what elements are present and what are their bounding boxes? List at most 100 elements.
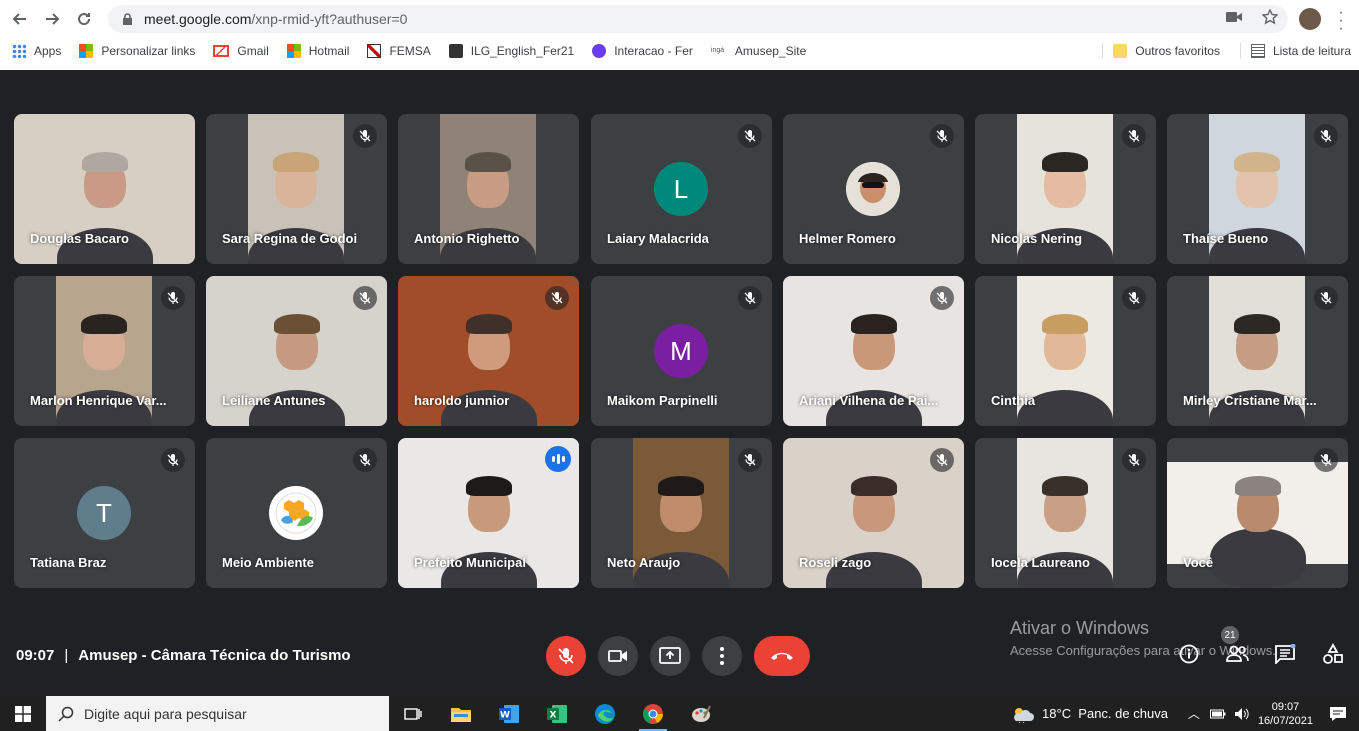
participant-tile[interactable]: Roseli zago xyxy=(783,438,964,588)
meeting-title[interactable]: Amusep - Câmara Técnica do Turismo xyxy=(78,647,350,664)
chrome-app[interactable] xyxy=(629,696,677,731)
profile-avatar[interactable] xyxy=(1299,8,1321,30)
browser-menu-icon[interactable]: · · · xyxy=(1336,5,1346,37)
participant-tile[interactable]: Você xyxy=(1167,438,1348,588)
muted-indicator xyxy=(930,286,954,310)
participant-tile[interactable]: Helmer Romero xyxy=(783,114,964,264)
taskbar-clock[interactable]: 09:07 16/07/2021 xyxy=(1258,700,1313,728)
participant-name: Neto Araujo xyxy=(607,555,681,570)
participant-name: Roseli zago xyxy=(799,555,872,570)
avatar-initial: M xyxy=(670,335,692,366)
bookmark-gmail[interactable]: Gmail xyxy=(213,44,269,58)
participant-tile[interactable]: T Tatiana Braz xyxy=(14,438,195,588)
hang-up-phone-icon xyxy=(771,652,793,660)
bookmark-star-icon[interactable] xyxy=(1262,9,1278,25)
address-bar[interactable]: meet.google.com/xnp-rmid-yft?authuser=0 xyxy=(108,5,1288,33)
camera-toggle-button[interactable] xyxy=(598,636,638,676)
bookmark-label: Apps xyxy=(34,44,62,58)
participant-shoulders xyxy=(1209,528,1306,588)
participant-hair xyxy=(273,152,319,172)
participant-tile[interactable]: Ariani Vilhena de Pai... xyxy=(783,276,964,426)
participant-name: Laiary Malacrida xyxy=(607,231,709,246)
meeting-details-button[interactable] xyxy=(1177,642,1201,666)
task-view-button[interactable] xyxy=(389,696,437,731)
bookmark-interacao[interactable]: Interacao - Fer xyxy=(592,44,693,58)
meeting-details: 09:07 | Amusep - Câmara Técnica do Turismo xyxy=(16,647,351,664)
taskbar-search-box[interactable]: Digite aqui para pesquisar xyxy=(46,696,389,731)
id-card-icon xyxy=(448,44,463,58)
activities-button[interactable] xyxy=(1321,642,1345,666)
leave-call-button[interactable] xyxy=(754,636,810,676)
edge-app[interactable] xyxy=(581,696,629,731)
notifications-icon[interactable] xyxy=(1329,706,1347,722)
participant-name: Marlon Henrique Var... xyxy=(30,393,167,408)
participant-hair xyxy=(1234,314,1280,334)
weather-text[interactable]: 18°C Panc. de chuva xyxy=(1042,706,1168,721)
participant-tile[interactable]: Leiliane Antunes xyxy=(206,276,387,426)
other-favorites-folder[interactable]: Outros favoritos xyxy=(1113,44,1220,58)
bookmark-label: Hotmail xyxy=(308,44,350,58)
participant-tile[interactable]: Cinthia xyxy=(975,276,1156,426)
present-screen-button[interactable] xyxy=(650,636,690,676)
microphone-toggle-button[interactable] xyxy=(546,636,586,676)
participant-hair xyxy=(658,476,704,496)
more-vertical-icon xyxy=(720,647,724,665)
volume-icon[interactable] xyxy=(1234,707,1250,721)
bookmark-amusep-site[interactable]: ingá Amusep_Site xyxy=(711,44,806,58)
reading-list-icon xyxy=(1250,44,1265,58)
muted-indicator xyxy=(161,448,185,472)
participant-tile[interactable]: Marlon Henrique Var... xyxy=(14,276,195,426)
camera-blocked-icon[interactable] xyxy=(1226,11,1242,23)
bookmark-femsa[interactable]: FEMSA xyxy=(367,44,431,58)
participant-tile[interactable]: Iocela Laureano xyxy=(975,438,1156,588)
file-explorer-app[interactable] xyxy=(437,696,485,731)
reload-button[interactable] xyxy=(68,3,100,35)
bookmark-ilg-english[interactable]: ILG_English_Fer21 xyxy=(448,44,574,58)
paint-app[interactable] xyxy=(677,696,725,731)
chrome-icon xyxy=(643,703,663,724)
more-options-button[interactable] xyxy=(702,636,742,676)
participant-tile[interactable]: Neto Araujo xyxy=(591,438,772,588)
participant-tile[interactable]: Mirley Cristiane Mar... xyxy=(1167,276,1348,426)
participant-initial-avatar: M xyxy=(654,324,708,378)
microphone-off-icon xyxy=(936,454,948,466)
bookmark-label: Amusep_Site xyxy=(734,44,807,58)
reading-list-button[interactable]: Lista de leitura xyxy=(1250,44,1351,58)
participants-button[interactable]: 21 xyxy=(1221,626,1249,666)
participant-tile[interactable]: haroldo junnior xyxy=(398,276,579,426)
bookmark-hotmail[interactable]: Hotmail xyxy=(286,44,350,58)
participant-tile[interactable]: Antonio Righetto xyxy=(398,114,579,264)
participant-name: Nicolas Nering xyxy=(991,231,1083,246)
bookmark-apps[interactable]: Apps xyxy=(12,44,61,58)
start-button[interactable] xyxy=(0,696,46,731)
participant-tile[interactable]: Sara Regina de Godoi xyxy=(206,114,387,264)
microphone-off-icon xyxy=(167,454,179,466)
participant-name: Leiliane Antunes xyxy=(222,393,326,408)
participant-hair xyxy=(1042,476,1088,496)
participant-hair xyxy=(273,314,320,334)
forward-button[interactable] xyxy=(36,3,68,35)
battery-icon[interactable] xyxy=(1209,709,1226,719)
participant-profile-photo xyxy=(846,162,900,216)
bookmark-label: FEMSA xyxy=(389,44,431,58)
participant-tile[interactable]: Prefeito Municipal xyxy=(398,438,579,588)
info-icon xyxy=(1179,644,1199,664)
participant-tile[interactable]: L Laiary Malacrida xyxy=(591,114,772,264)
participant-tile[interactable]: Thaíse Bueno xyxy=(1167,114,1348,264)
participant-hair xyxy=(850,314,897,334)
bookmark-label: Gmail xyxy=(237,44,269,58)
word-app[interactable]: W xyxy=(485,696,533,731)
participant-name: haroldo junnior xyxy=(414,393,510,408)
participant-tile[interactable]: M Maikom Parpinelli xyxy=(591,276,772,426)
muted-indicator xyxy=(161,286,185,310)
back-button[interactable] xyxy=(4,3,36,35)
excel-app[interactable]: X xyxy=(533,696,581,731)
participant-tile[interactable]: Meio Ambiente xyxy=(206,438,387,588)
participant-name: Helmer Romero xyxy=(799,231,896,246)
chat-button[interactable] xyxy=(1273,642,1297,666)
task-view-icon xyxy=(404,707,422,720)
chevron-up-icon[interactable]: ︿ xyxy=(1188,705,1200,722)
bookmark-personalizar-links[interactable]: Personalizar links xyxy=(79,44,195,58)
participant-tile[interactable]: Douglas Bacaro xyxy=(14,114,195,264)
participant-tile[interactable]: Nicolas Nering xyxy=(975,114,1156,264)
